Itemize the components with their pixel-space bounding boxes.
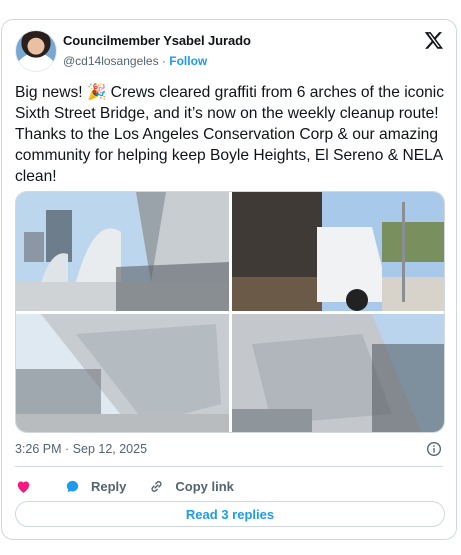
like-button[interactable] <box>15 478 42 495</box>
link-icon <box>151 480 162 492</box>
divider <box>15 466 443 467</box>
heart-icon <box>17 481 30 493</box>
author-name[interactable]: Councilmember Ysabel Jurado <box>63 33 251 48</box>
photo-cleared-arch-left[interactable] <box>16 314 229 432</box>
reply-bubble-icon <box>66 480 79 492</box>
photo-cleared-arch-right[interactable] <box>232 314 444 432</box>
read-replies-button[interactable]: Read 3 replies <box>15 501 445 527</box>
photo-cleanup-truck[interactable] <box>232 192 444 311</box>
action-bar: Reply Copy link <box>15 475 256 497</box>
x-logo-icon[interactable] <box>424 30 444 50</box>
author-handle[interactable]: @cd14losangeles <box>63 54 159 68</box>
reply-label: Reply <box>91 478 127 494</box>
avatar[interactable] <box>15 30 57 72</box>
author-handle-row: @cd14losangeles · Follow <box>63 54 207 68</box>
follow-link[interactable]: Follow <box>169 54 207 68</box>
handle-separator: · <box>158 54 170 68</box>
copy-link-label: Copy link <box>175 478 234 494</box>
tweet-card: Councilmember Ysabel Jurado @cd14losange… <box>1 19 457 540</box>
photo-bridge-arches[interactable] <box>16 192 229 311</box>
reply-button[interactable]: Reply <box>64 478 126 495</box>
tweet-text: Big news! 🎉 Crews cleared graffiti from … <box>15 84 445 185</box>
tweet-timestamp[interactable]: 3:26 PM · Sep 12, 2025 <box>15 442 147 456</box>
media-grid <box>15 191 445 433</box>
copy-link-button[interactable]: Copy link <box>148 478 234 495</box>
info-icon[interactable] <box>426 441 442 457</box>
